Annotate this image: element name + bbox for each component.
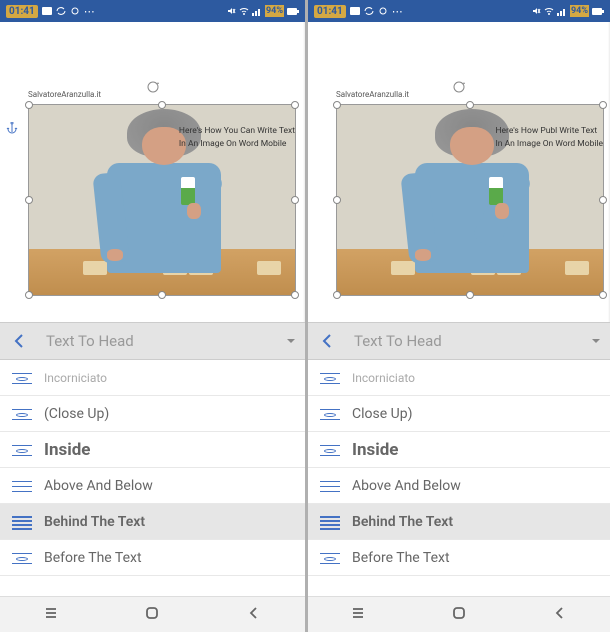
option-above-below[interactable]: Above And Below <box>0 468 305 504</box>
android-nav-bar <box>308 596 610 632</box>
resize-handle[interactable] <box>466 101 474 109</box>
resize-handle[interactable] <box>333 101 341 109</box>
resize-handle[interactable] <box>291 196 299 204</box>
document-canvas[interactable]: SalvatoreAranzulla.it Here's How Publ Wr… <box>308 22 610 322</box>
toolbar-dropdown[interactable] <box>277 335 305 347</box>
nav-home[interactable] <box>144 605 160 625</box>
anchor-icon <box>6 122 18 134</box>
image-selection[interactable]: Here's How You Can Write Text In An Imag… <box>28 104 296 296</box>
more-icon: ⋯ <box>84 5 96 18</box>
sync-icon <box>56 6 66 16</box>
link-icon <box>70 6 80 16</box>
resize-handle[interactable] <box>25 101 33 109</box>
image-selection[interactable]: Here's How Publ Write Text In An Image O… <box>336 104 604 296</box>
more-icon: ⋯ <box>392 5 404 18</box>
battery-percent: 94% <box>265 5 284 17</box>
nav-recents[interactable] <box>350 605 366 625</box>
option-behind-text[interactable]: Behind The Text <box>0 504 305 540</box>
resize-handle[interactable] <box>158 291 166 299</box>
battery-icon <box>287 8 299 15</box>
status-bar: 01:41 ⋯ 94% <box>0 0 305 22</box>
pane-left: 01:41 ⋯ 94% SalvatoreAranzulla.it <box>0 0 305 632</box>
battery-percent: 94% <box>570 5 589 17</box>
mute-icon <box>531 6 541 16</box>
nav-recents[interactable] <box>43 605 59 625</box>
resize-handle[interactable] <box>599 291 607 299</box>
wifi-icon <box>544 6 554 16</box>
resize-handle[interactable] <box>25 196 33 204</box>
watermark: SalvatoreAranzulla.it <box>336 90 409 99</box>
picture-icon <box>350 6 360 16</box>
link-icon <box>378 6 388 16</box>
overlay-text: Here's How Publ Write Text In An Image O… <box>495 125 603 151</box>
resize-handle[interactable] <box>333 196 341 204</box>
embedded-image: Here's How Publ Write Text In An Image O… <box>337 105 603 295</box>
resize-handle[interactable] <box>333 291 341 299</box>
resize-handle[interactable] <box>466 291 474 299</box>
mute-icon <box>226 6 236 16</box>
option-incorniciato[interactable]: Incorniciato <box>308 360 610 396</box>
signal-icon <box>557 6 567 16</box>
wrap-options-list: Incorniciato Close Up) Inside Above And … <box>308 360 610 596</box>
battery-icon <box>592 8 604 15</box>
format-toolbar: Text To Head <box>308 322 610 360</box>
resize-handle[interactable] <box>25 291 33 299</box>
resize-handle[interactable] <box>158 101 166 109</box>
pane-right: 01:41 ⋯ 94% SalvatoreAranzulla.it <box>305 0 610 632</box>
option-inside[interactable]: Inside <box>308 432 610 468</box>
sync-icon <box>364 6 374 16</box>
rotate-handle[interactable] <box>146 80 160 94</box>
document-canvas[interactable]: SalvatoreAranzulla.it Here's How You Can… <box>0 22 305 322</box>
overlay-text: Here's How You Can Write Text In An Imag… <box>179 125 295 151</box>
status-time: 01:41 <box>314 5 346 18</box>
back-button[interactable] <box>308 333 348 349</box>
wifi-icon <box>239 6 249 16</box>
toolbar-title: Text To Head <box>40 332 277 350</box>
android-nav-bar <box>0 596 305 632</box>
status-time: 01:41 <box>6 5 38 18</box>
option-before-text[interactable]: Before The Text <box>308 540 610 576</box>
watermark: SalvatoreAranzulla.it <box>28 90 101 99</box>
resize-handle[interactable] <box>599 101 607 109</box>
nav-home[interactable] <box>451 605 467 625</box>
signal-icon <box>252 6 262 16</box>
embedded-image: Here's How You Can Write Text In An Imag… <box>29 105 295 295</box>
nav-back[interactable] <box>246 605 262 625</box>
option-closeup[interactable]: (Close Up) <box>0 396 305 432</box>
picture-icon <box>42 6 52 16</box>
status-bar: 01:41 ⋯ 94% <box>308 0 610 22</box>
option-above-below[interactable]: Above And Below <box>308 468 610 504</box>
option-closeup[interactable]: Close Up) <box>308 396 610 432</box>
resize-handle[interactable] <box>291 291 299 299</box>
rotate-handle[interactable] <box>452 80 466 94</box>
resize-handle[interactable] <box>291 101 299 109</box>
option-before-text[interactable]: Before The Text <box>0 540 305 576</box>
resize-handle[interactable] <box>599 196 607 204</box>
wrap-options-list: Incorniciato (Close Up) Inside Above And… <box>0 360 305 596</box>
option-behind-text[interactable]: Behind The Text <box>308 504 610 540</box>
option-inside[interactable]: Inside <box>0 432 305 468</box>
nav-back[interactable] <box>552 605 568 625</box>
format-toolbar: Text To Head <box>0 322 305 360</box>
toolbar-title: Text To Head <box>348 332 582 350</box>
option-incorniciato[interactable]: Incorniciato <box>0 360 305 396</box>
back-button[interactable] <box>0 333 40 349</box>
toolbar-dropdown[interactable] <box>582 335 610 347</box>
